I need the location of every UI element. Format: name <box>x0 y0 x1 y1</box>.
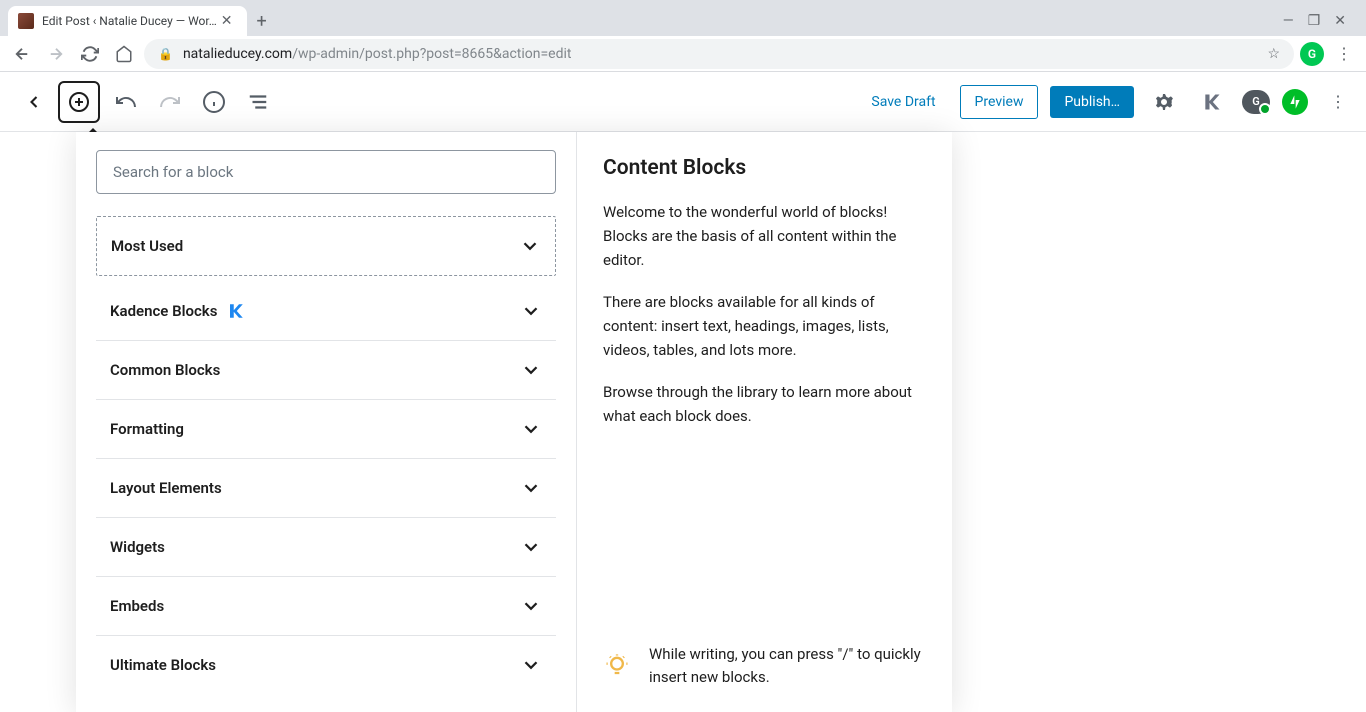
new-tab-button[interactable]: + <box>247 11 277 32</box>
tip-row: While writing, you can press "/" to quic… <box>603 623 926 688</box>
category-kadence-blocks[interactable]: Kadence Blocks <box>96 282 556 341</box>
category-widgets[interactable]: Widgets <box>96 518 556 577</box>
category-layout-elements[interactable]: Layout Elements <box>96 459 556 518</box>
info-paragraph: There are blocks available for all kinds… <box>603 290 926 362</box>
forward-button[interactable] <box>42 40 70 68</box>
inserter-panel-left: Most Used Kadence Blocks Common Blocks F… <box>76 132 576 712</box>
kadence-icon[interactable] <box>1194 84 1230 120</box>
chevron-down-icon <box>519 235 541 257</box>
browser-tab[interactable]: Edit Post ‹ Natalie Ducey — Wor… ✕ <box>8 6 247 36</box>
jetpack-icon[interactable] <box>1282 89 1308 115</box>
category-common-blocks[interactable]: Common Blocks <box>96 341 556 400</box>
grammarly-avatar-icon[interactable]: G <box>1242 90 1270 114</box>
preview-button[interactable]: Preview <box>960 85 1039 119</box>
inserter-panel-right: Content Blocks Welcome to the wonderful … <box>576 132 952 712</box>
lock-icon: 🔒 <box>158 47 173 61</box>
content-blocks-heading: Content Blocks <box>603 156 926 180</box>
info-button[interactable] <box>196 84 232 120</box>
publish-button[interactable]: Publish… <box>1050 86 1134 118</box>
tip-text: While writing, you can press "/" to quic… <box>649 643 926 688</box>
address-bar: 🔒 natalieducey.com/wp-admin/post.php?pos… <box>0 36 1366 72</box>
tab-title: Edit Post ‹ Natalie Ducey — Wor… <box>42 14 217 28</box>
tab-strip: Edit Post ‹ Natalie Ducey — Wor… ✕ + — ❐… <box>0 0 1366 36</box>
info-paragraph: Welcome to the wonderful world of blocks… <box>603 200 926 272</box>
close-window-icon[interactable]: ✕ <box>1334 13 1346 29</box>
category-embeds[interactable]: Embeds <box>96 577 556 636</box>
chevron-down-icon <box>520 654 542 676</box>
favicon <box>18 13 34 29</box>
bookmark-star-icon[interactable]: ☆ <box>1267 46 1280 62</box>
chevron-down-icon <box>520 536 542 558</box>
block-categories-list: Most Used Kadence Blocks Common Blocks F… <box>96 216 556 694</box>
block-inserter-popover: Most Used Kadence Blocks Common Blocks F… <box>76 132 952 712</box>
outline-button[interactable] <box>240 84 276 120</box>
minimize-icon[interactable]: — <box>1283 13 1294 29</box>
category-formatting[interactable]: Formatting <box>96 400 556 459</box>
undo-button[interactable] <box>108 84 144 120</box>
browser-menu-icon[interactable]: ⋮ <box>1330 40 1358 68</box>
kadence-badge-icon <box>227 302 245 320</box>
grammarly-extension-icon[interactable]: G <box>1300 42 1324 66</box>
maximize-icon[interactable]: ❐ <box>1308 13 1321 29</box>
category-most-used[interactable]: Most Used <box>96 216 556 276</box>
url-path: /wp-admin/post.php?post=8665&action=edit <box>292 46 571 62</box>
chevron-down-icon <box>520 418 542 440</box>
reload-button[interactable] <box>76 40 104 68</box>
window-controls: — ❐ ✕ <box>1271 13 1358 29</box>
chevron-down-icon <box>520 300 542 322</box>
save-draft-button[interactable]: Save Draft <box>859 86 947 118</box>
browser-chrome: Edit Post ‹ Natalie Ducey — Wor… ✕ + — ❐… <box>0 0 1366 72</box>
chevron-down-icon <box>520 477 542 499</box>
fullscreen-close-button[interactable] <box>10 92 58 112</box>
add-block-button[interactable]: Add block <box>58 81 100 123</box>
editor-body: Most Used Kadence Blocks Common Blocks F… <box>0 132 1366 712</box>
lightbulb-icon <box>603 652 631 680</box>
settings-gear-icon[interactable] <box>1146 84 1182 120</box>
url-field[interactable]: 🔒 natalieducey.com/wp-admin/post.php?pos… <box>144 39 1294 69</box>
close-tab-icon[interactable]: ✕ <box>217 13 237 29</box>
redo-button[interactable] <box>152 84 188 120</box>
more-options-icon[interactable]: ⋮ <box>1320 84 1356 120</box>
back-button[interactable] <box>8 40 36 68</box>
chevron-down-icon <box>520 359 542 381</box>
url-domain: natalieducey.com <box>183 46 292 62</box>
category-ultimate-blocks[interactable]: Ultimate Blocks <box>96 636 556 694</box>
search-block-input[interactable] <box>96 150 556 194</box>
home-button[interactable] <box>110 40 138 68</box>
editor-toolbar: Add block Save Draft Preview Publish… G … <box>0 72 1366 132</box>
info-paragraph: Browse through the library to learn more… <box>603 380 926 428</box>
chevron-down-icon <box>520 595 542 617</box>
